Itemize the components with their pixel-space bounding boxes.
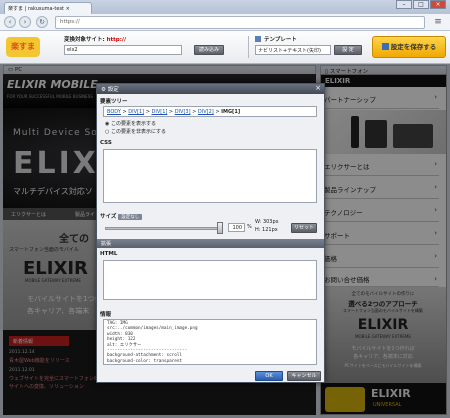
reset-button[interactable]: リセット — [291, 223, 317, 233]
radio-show[interactable]: ◉ この要素を表示する — [105, 120, 156, 127]
window-controls: – □ × — [396, 0, 450, 10]
html-textarea[interactable] — [103, 260, 317, 300]
info-panel: TAG: IMG src:../common/images/main_image… — [103, 319, 317, 365]
size-label: サイズ 設定なし — [100, 212, 321, 220]
css-label: CSS — [100, 140, 112, 146]
extension-bar[interactable]: 拡張 — [97, 239, 324, 248]
size-unit: % — [247, 224, 252, 230]
dialog-titlebar: ⚙ 設定 × — [97, 84, 324, 94]
size-slider-handle[interactable] — [217, 222, 223, 234]
height-readout: H: 121px — [255, 227, 278, 233]
wrench-icon[interactable]: ≡ — [431, 17, 445, 28]
settings-dialog: ⚙ 設定 × 要素ツリー BODY > DIV[1] > DIV[1] > DI… — [96, 83, 325, 383]
width-readout: W: 303px — [255, 219, 279, 225]
radio-checked-icon: ◉ — [105, 121, 110, 127]
template-select[interactable]: ナビリスト+テキスト(矢印) — [255, 45, 331, 55]
app-logo: 楽すま — [6, 37, 40, 57]
size-input[interactable]: 100 — [228, 223, 245, 232]
radio-unchecked-icon: ○ — [105, 129, 110, 135]
back-arrow-icon[interactable]: ‹ — [4, 16, 16, 28]
css-textarea[interactable] — [103, 149, 317, 203]
url-text: https:// — [60, 19, 80, 25]
maximize-button[interactable]: □ — [413, 0, 429, 9]
browser-tab-bar: 楽すま | rakusuma-test × – □ × — [0, 0, 450, 14]
minimize-button[interactable]: – — [396, 0, 412, 9]
html-label: HTML — [100, 251, 118, 257]
forward-arrow-icon[interactable]: › — [19, 16, 31, 28]
size-badge: 設定なし — [118, 214, 143, 220]
load-button[interactable]: 読み込み — [194, 45, 224, 55]
info-line: background-color: transparent — [107, 358, 183, 364]
tab-close-icon[interactable]: × — [66, 6, 70, 12]
crumb-div-4[interactable]: DIV[2] — [198, 109, 214, 115]
address-bar[interactable]: https:// — [55, 16, 425, 29]
set-button[interactable]: 設 定 — [334, 45, 362, 55]
crumb-body[interactable]: BODY — [107, 109, 121, 115]
template-icon — [255, 36, 261, 42]
save-settings-button[interactable]: 設定を保存する — [372, 36, 446, 58]
info-label: 情報 — [100, 312, 112, 318]
reload-icon[interactable]: ↻ — [36, 16, 48, 28]
dialog-title: 設定 — [107, 87, 119, 93]
dialog-close-icon[interactable]: × — [315, 84, 321, 92]
template-label: テンプレート — [264, 37, 297, 43]
element-tree-label: 要素ツリー — [100, 99, 128, 105]
crumb-div-3[interactable]: DIV[3] — [175, 109, 191, 115]
browser-tab[interactable]: 楽すま | rakusuma-test × — [4, 2, 92, 14]
site-label: 変換対象サイト: http:// — [64, 37, 126, 43]
settings-icon: ⚙ — [101, 87, 106, 93]
close-window-button[interactable]: × — [430, 0, 446, 9]
crumb-div-2[interactable]: DIV[1] — [152, 109, 168, 115]
cancel-button[interactable]: キャンセル — [287, 371, 321, 381]
ok-button[interactable]: OK — [255, 371, 283, 381]
toolbar-divider — [248, 36, 249, 58]
site-input[interactable]: elx2 — [64, 45, 182, 55]
tab-title: 楽すま | rakusuma-test — [8, 6, 65, 12]
save-icon — [381, 43, 389, 50]
size-slider-track[interactable] — [105, 227, 220, 230]
crumb-div-1[interactable]: DIV[1] — [128, 109, 144, 115]
browser-navbar: ‹ › ↻ https:// ≡ — [0, 14, 450, 31]
radio-hide[interactable]: ○ この要素を非表示にする — [105, 128, 166, 135]
crumb-current: IMG[1] — [221, 109, 241, 115]
element-breadcrumb: BODY > DIV[1] > DIV[1] > DIV[3] > DIV[2]… — [103, 106, 317, 117]
app-toolbar: 楽すま 変換対象サイト: http:// elx2 読み込み テンプレート ナビ… — [0, 31, 450, 64]
